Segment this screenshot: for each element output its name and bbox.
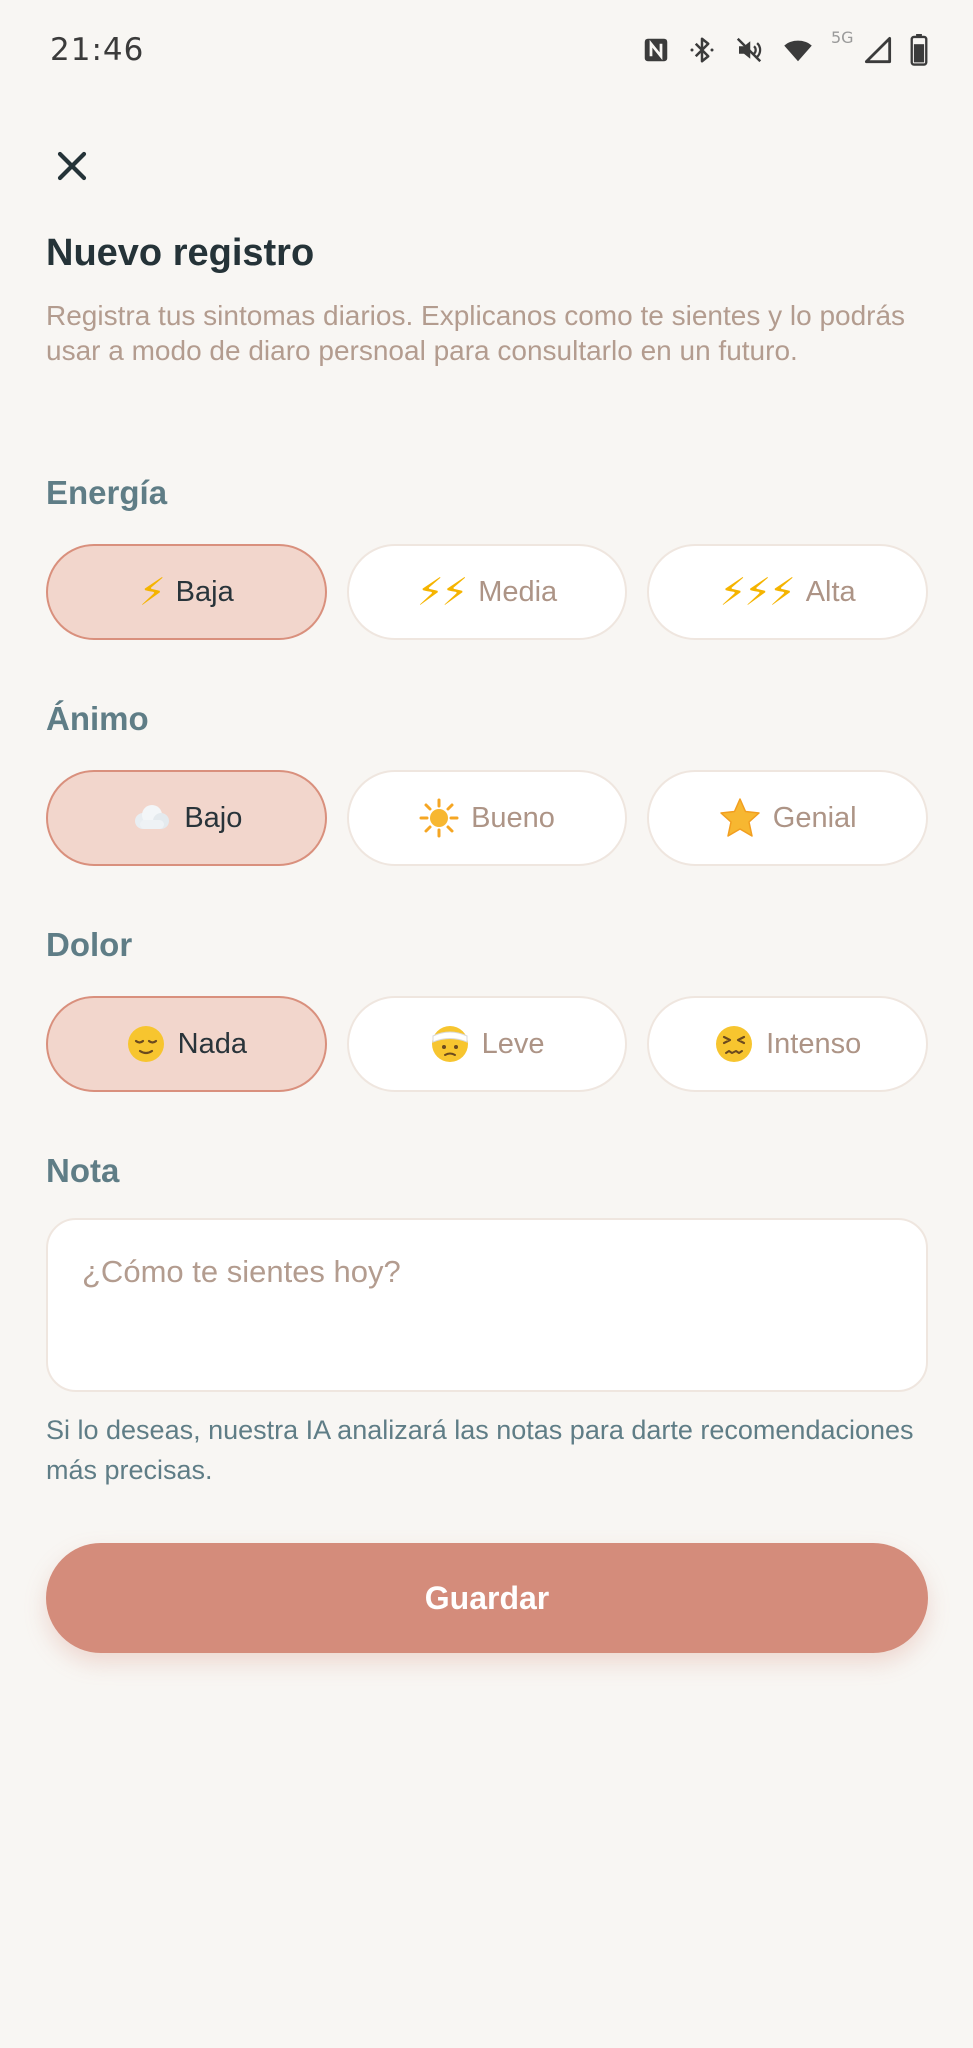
- lightning-icon: ⚡: [138, 571, 166, 614]
- close-icon: [57, 151, 87, 181]
- close-button[interactable]: [46, 140, 98, 192]
- pain-options: Nada Leve Intenso: [46, 996, 929, 1092]
- note-section-label: Nota: [46, 1152, 120, 1189]
- option-label: Genial: [772, 801, 857, 834]
- option-label: Alta: [805, 575, 856, 608]
- note-field[interactable]: [46, 1218, 928, 1392]
- wifi-icon: [784, 40, 812, 62]
- battery-icon: [910, 34, 928, 66]
- mute-icon: [736, 37, 762, 63]
- option-label: Intenso: [766, 1027, 862, 1060]
- pain-option-intense[interactable]: Intenso: [647, 996, 929, 1092]
- energy-option-medium[interactable]: ⚡⚡ Media: [346, 544, 628, 640]
- lightning-icon: ⚡⚡: [416, 571, 468, 614]
- status-bar: 21:46 5G: [0, 0, 973, 104]
- note-input[interactable]: [82, 1254, 892, 1356]
- relieved-face-icon: [126, 1024, 166, 1064]
- option-label: Nada: [177, 1027, 247, 1060]
- energy-options: ⚡ Baja ⚡⚡ Media ⚡⚡⚡ Alta: [46, 544, 929, 640]
- option-label: Media: [478, 575, 558, 608]
- pain-option-none[interactable]: Nada: [46, 996, 327, 1092]
- energy-option-low[interactable]: ⚡ Baja: [46, 544, 327, 640]
- note-hint: Si lo deseas, nuestra IA analizará las n…: [46, 1415, 914, 1485]
- option-label: Leve: [481, 1027, 545, 1060]
- option-label: Baja: [175, 575, 234, 608]
- network-type-label: 5G: [831, 28, 854, 47]
- bandaged-face-icon: [430, 1024, 470, 1064]
- mood-section-label: Ánimo: [46, 700, 149, 737]
- option-label: Bueno: [471, 801, 555, 834]
- save-button[interactable]: Guardar: [46, 1543, 928, 1653]
- sun-icon: [419, 798, 459, 838]
- confounded-face-icon: [714, 1024, 754, 1064]
- mood-option-low[interactable]: Bajo: [46, 770, 327, 866]
- energy-section-label: Energía: [46, 474, 168, 511]
- energy-option-high[interactable]: ⚡⚡⚡ Alta: [647, 544, 929, 640]
- mood-options: Bajo Bueno Genial: [46, 770, 929, 866]
- lightning-icon: ⚡⚡⚡: [719, 571, 796, 614]
- pain-option-mild[interactable]: Leve: [346, 996, 628, 1092]
- star-icon: [719, 797, 761, 839]
- page-title: Nuevo registro: [46, 232, 315, 274]
- nfc-icon: [644, 38, 668, 62]
- status-time: 21:46: [50, 32, 145, 68]
- signal-icon: [864, 36, 892, 64]
- page-subtitle: Registra tus sintomas diarios. Explicano…: [46, 300, 906, 366]
- mood-option-great[interactable]: Genial: [647, 770, 929, 866]
- pain-section-label: Dolor: [46, 926, 133, 963]
- option-label: Bajo: [184, 801, 243, 834]
- status-icons: 5G: [641, 28, 929, 66]
- bluetooth-icon: [690, 37, 714, 63]
- cloud-icon: [130, 803, 172, 833]
- signal-indicator: 5G: [831, 28, 893, 66]
- mood-option-good[interactable]: Bueno: [346, 770, 628, 866]
